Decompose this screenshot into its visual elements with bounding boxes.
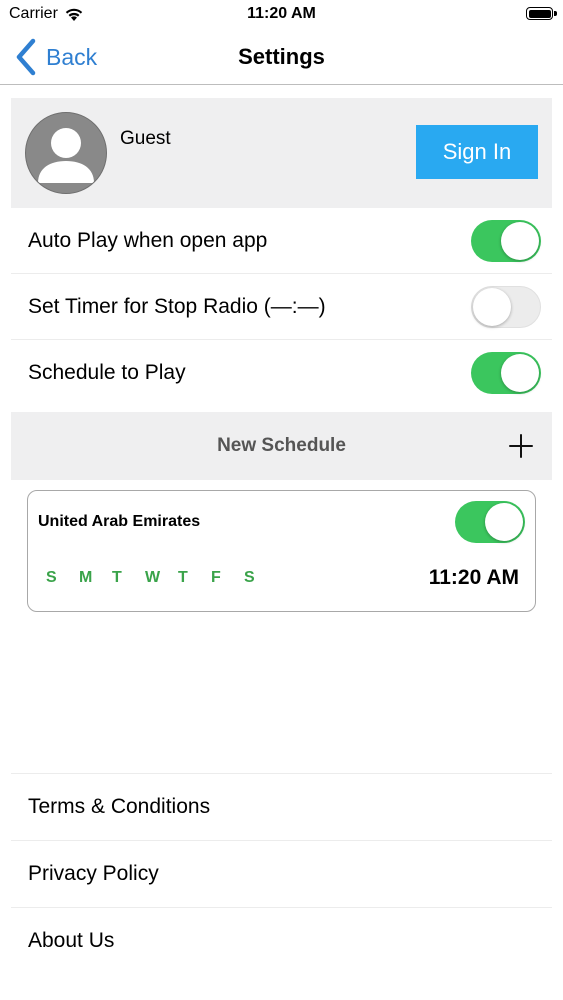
schedule-item-toggle[interactable]: [455, 501, 525, 543]
schedule-country: United Arab Emirates: [38, 513, 201, 530]
setting-label: Schedule to Play: [28, 361, 186, 384]
terms-link[interactable]: Terms & Conditions: [11, 773, 552, 840]
schedule-toggle[interactable]: [471, 352, 541, 394]
day-tuesday: T: [112, 569, 122, 586]
day-thursday: T: [178, 569, 188, 586]
nav-divider: [0, 84, 563, 85]
new-schedule-label: New Schedule: [217, 435, 346, 456]
day-saturday: S: [244, 569, 255, 586]
link-label: About Us: [28, 929, 115, 952]
new-schedule-bar[interactable]: New Schedule: [11, 412, 552, 480]
page-title: Settings: [238, 44, 325, 69]
user-name: Guest: [120, 128, 171, 149]
schedule-days: S M T W T F S: [46, 569, 277, 587]
stop-timer-toggle[interactable]: [471, 286, 541, 328]
day-sunday: S: [46, 569, 57, 586]
schedule-card[interactable]: United Arab Emirates S M T W T F S 11:20…: [27, 490, 536, 612]
battery-icon: [526, 7, 553, 20]
profile-section: Guest Sign In: [11, 98, 552, 208]
link-label: Privacy Policy: [28, 862, 159, 885]
status-bar-time: 11:20 AM: [247, 5, 316, 22]
setting-row-schedule: Schedule to Play: [11, 340, 552, 406]
setting-row-auto-play: Auto Play when open app: [11, 208, 552, 274]
auto-play-toggle[interactable]: [471, 220, 541, 262]
privacy-policy-link[interactable]: Privacy Policy: [11, 840, 552, 907]
day-monday: M: [79, 569, 93, 586]
sign-in-button[interactable]: Sign In: [416, 125, 538, 179]
avatar: [25, 112, 107, 194]
day-friday: F: [211, 569, 221, 586]
setting-row-stop-timer: Set Timer for Stop Radio (—:—): [11, 274, 552, 340]
setting-label: Set Timer for Stop Radio (—:—): [28, 295, 326, 318]
battery-tip: [554, 11, 557, 16]
setting-label: Auto Play when open app: [28, 229, 268, 252]
plus-icon[interactable]: [508, 433, 534, 459]
about-us-link[interactable]: About Us: [11, 907, 552, 974]
day-wednesday: W: [145, 569, 161, 586]
schedule-time: 11:20 AM: [428, 566, 519, 589]
user-icon: [38, 128, 94, 183]
link-label: Terms & Conditions: [28, 795, 211, 818]
